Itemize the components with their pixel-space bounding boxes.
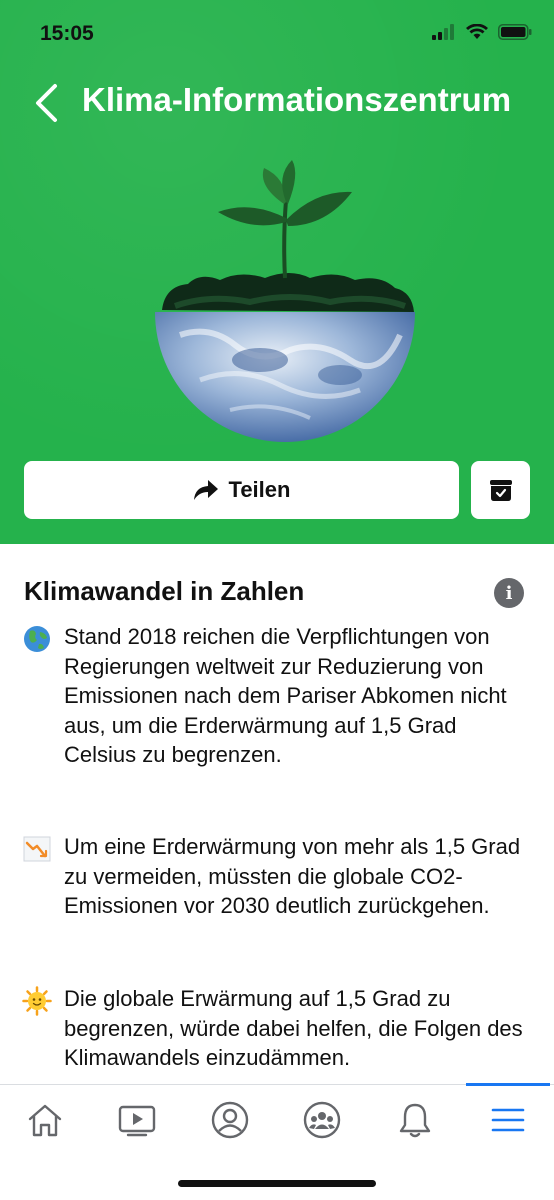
signal-icon [432, 24, 454, 40]
fact-text: Um eine Erderwärmung von mehr als 1,5 Gr… [64, 834, 521, 918]
fact-item: Die globale Erwärmung auf 1,5 Grad zu be… [22, 984, 532, 1073]
save-button[interactable] [471, 461, 530, 519]
video-icon [118, 1105, 156, 1137]
nav-profile[interactable] [207, 1097, 253, 1143]
info-icon[interactable]: i [494, 578, 524, 608]
profile-icon [211, 1101, 249, 1139]
share-button[interactable]: Teilen [24, 461, 459, 519]
nav-menu[interactable] [485, 1097, 531, 1143]
status-time: 15:05 [40, 22, 94, 45]
climate-facts-section: Klimawandel in Zahlen i Stand 2018 reich… [0, 544, 554, 1084]
earth-seedling-illustration [155, 160, 415, 442]
chart-decreasing-emoji-icon [23, 836, 51, 862]
active-tab-indicator [466, 1083, 550, 1086]
fact-item: Stand 2018 reichen die Verpflichtungen v… [22, 622, 532, 770]
hero-banner: 15:05 Klima-Informationszentrum Teilen [0, 0, 554, 544]
fact-text: Die globale Erwärmung auf 1,5 Grad zu be… [64, 986, 523, 1070]
fact-item: Um eine Erderwärmung von mehr als 1,5 Gr… [22, 832, 532, 921]
notifications-icon [399, 1103, 431, 1138]
nav-notifications[interactable] [392, 1097, 438, 1143]
groups-icon [303, 1101, 341, 1139]
battery-icon [498, 24, 532, 40]
back-button[interactable] [26, 80, 66, 126]
share-arrow-icon [193, 480, 218, 500]
sun-emoji-icon [22, 986, 52, 1016]
nav-home[interactable] [22, 1097, 68, 1143]
fact-text: Stand 2018 reichen die Verpflichtungen v… [64, 624, 507, 767]
nav-groups[interactable] [299, 1097, 345, 1143]
section-title: Klimawandel in Zahlen [24, 576, 305, 606]
archive-box-icon [489, 480, 512, 501]
menu-icon [491, 1108, 525, 1132]
home-icon [28, 1104, 62, 1137]
share-label: Teilen [228, 477, 291, 502]
wifi-icon [466, 24, 488, 39]
nav-video[interactable] [114, 1097, 160, 1143]
status-bar: 15:05 [0, 0, 554, 70]
page-title: Klima-Informationszentrum [82, 81, 512, 118]
globe-emoji-icon [24, 626, 50, 652]
chevron-left-icon [36, 84, 57, 122]
status-icons [432, 24, 532, 40]
home-indicator [178, 1180, 376, 1187]
